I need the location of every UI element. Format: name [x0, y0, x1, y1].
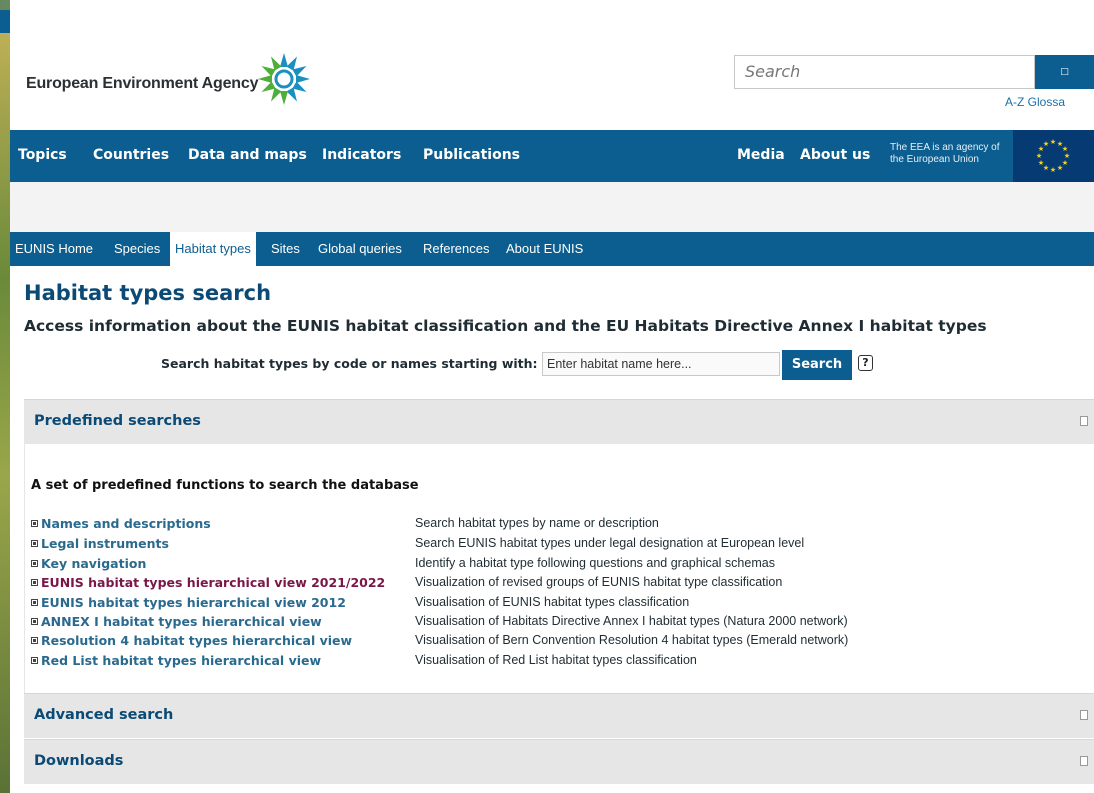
list-item: Names and descriptions Search habitat typ… [31, 516, 1091, 532]
az-glossary-link[interactable]: A-Z Glossa [1005, 95, 1065, 109]
bullet-icon [31, 657, 38, 664]
list-item: Red List habitat types hierarchical view… [31, 653, 1091, 669]
predefined-intro: A set of predefined functions to search … [31, 478, 419, 493]
panel-predefined-searches[interactable]: Predefined searches [24, 399, 1094, 444]
brand-name[interactable]: European Environment Agency [26, 75, 258, 93]
nav-countries[interactable]: Countries [93, 147, 169, 163]
habitat-search-input[interactable]: Enter habitat name here... [542, 352, 780, 376]
eu-flag-icon[interactable]: ★ ★★ ★★★ ★★★ ★★★ [1013, 130, 1094, 182]
svg-text:★: ★ [1050, 166, 1056, 174]
eu-agency-note-line2: the European Union [890, 154, 979, 165]
eu-agency-note-line1: The EEA is an agency of [890, 142, 1000, 153]
list-item: ANNEX I habitat types hierarchical view V… [31, 614, 1091, 630]
site-search-button[interactable]: □ [1035, 55, 1094, 89]
site-search-input[interactable]: Search [734, 55, 1035, 89]
eu-agency-note[interactable]: The EEA is an agency of the European Uni… [890, 142, 1010, 166]
expand-toggle-icon[interactable] [1080, 710, 1088, 720]
panel-title-predefined: Predefined searches [34, 413, 201, 429]
list-item: Key navigation Identify a habitat type fo… [31, 556, 1091, 572]
help-icon[interactable]: ? [858, 355, 873, 371]
predefined-search-description: Visualisation of Bern Convention Resolut… [415, 633, 849, 647]
quick-search-label: Search habitat types by code or names st… [161, 356, 538, 371]
list-item: Legal instruments Search EUNIS habitat ty… [31, 536, 1091, 552]
predefined-search-link[interactable]: Key navigation [41, 556, 146, 571]
eunis-navigation: EUNIS Home Species Habitat types Sites G… [10, 232, 1094, 266]
main-navigation: Topics Countries Data and maps Indicator… [10, 130, 1094, 182]
predefined-search-link[interactable]: Legal instruments [41, 536, 169, 551]
predefined-search-description: Visualisation of Habitats Directive Anne… [415, 614, 848, 628]
predefined-search-description: Identify a habitat type following questi… [415, 556, 775, 570]
svg-text:★: ★ [1038, 159, 1044, 167]
collapse-toggle-icon[interactable] [1080, 416, 1088, 426]
tab-about-eunis[interactable]: About EUNIS [501, 232, 588, 266]
page-title: Habitat types search [24, 281, 272, 305]
page-subtitle: Access information about the EUNIS habit… [24, 317, 987, 335]
background-forest-left [0, 0, 10, 793]
predefined-searches-body: A set of predefined functions to search … [24, 444, 1094, 693]
predefined-search-description: Visualization of revised groups of EUNIS… [415, 575, 783, 589]
expand-toggle-icon[interactable] [1080, 756, 1088, 766]
breadcrumb-area [10, 182, 1094, 232]
site-header: European Environment Agency Search □ A-Z… [10, 33, 1094, 130]
bullet-icon [31, 599, 38, 606]
svg-text:★: ★ [1057, 164, 1063, 172]
panel-title-advanced: Advanced search [34, 707, 174, 723]
predefined-search-link[interactable]: Resolution 4 habitat types hierarchical … [41, 633, 352, 648]
predefined-search-link[interactable]: ANNEX I habitat types hierarchical view [41, 614, 322, 629]
nav-data-and-maps[interactable]: Data and maps [188, 147, 307, 163]
tab-eunis-home[interactable]: EUNIS Home [10, 232, 98, 266]
predefined-search-description: Visualisation of EUNIS habitat types cla… [415, 595, 690, 609]
nav-indicators[interactable]: Indicators [322, 147, 401, 163]
list-item: EUNIS habitat types hierarchical view 20… [31, 595, 1091, 611]
predefined-search-link[interactable]: Names and descriptions [41, 516, 211, 531]
eea-logo-icon[interactable] [256, 51, 312, 107]
nav-about-us[interactable]: About us [800, 147, 870, 163]
bullet-icon [31, 560, 38, 567]
tab-habitat-types[interactable]: Habitat types [170, 232, 256, 266]
habitat-search-button[interactable]: Search [782, 350, 852, 380]
bullet-icon [31, 579, 38, 586]
list-item: EUNIS habitat types hierarchical view 20… [31, 575, 1091, 591]
page: European Environment Agency Search □ A-Z… [10, 0, 1094, 793]
bullet-icon [31, 618, 38, 625]
tab-sites[interactable]: Sites [266, 232, 305, 266]
list-item: Resolution 4 habitat types hierarchical … [31, 633, 1091, 649]
tab-global-queries[interactable]: Global queries [313, 232, 407, 266]
predefined-search-link[interactable]: Red List habitat types hierarchical view [41, 653, 321, 668]
predefined-search-link[interactable]: EUNIS habitat types hierarchical view 20… [41, 575, 385, 590]
nav-publications[interactable]: Publications [423, 147, 520, 163]
svg-text:★: ★ [1050, 138, 1056, 146]
nav-topics[interactable]: Topics [18, 147, 67, 163]
bullet-icon [31, 637, 38, 644]
tab-species[interactable]: Species [109, 232, 165, 266]
svg-text:★: ★ [1036, 152, 1042, 160]
bullet-icon [31, 540, 38, 547]
tab-references[interactable]: References [418, 232, 494, 266]
panel-downloads[interactable]: Downloads [24, 739, 1094, 784]
predefined-search-description: Search habitat types by name or descript… [415, 516, 659, 530]
svg-text:★: ★ [1043, 140, 1049, 148]
panel-advanced-search[interactable]: Advanced search [24, 693, 1094, 738]
panel-title-downloads: Downloads [34, 753, 124, 769]
bullet-icon [31, 520, 38, 527]
nav-media[interactable]: Media [737, 147, 785, 163]
predefined-search-description: Search EUNIS habitat types under legal d… [415, 536, 805, 550]
predefined-search-description: Visualisation of Red List habitat types … [415, 653, 697, 667]
predefined-search-link[interactable]: EUNIS habitat types hierarchical view 20… [41, 595, 346, 610]
